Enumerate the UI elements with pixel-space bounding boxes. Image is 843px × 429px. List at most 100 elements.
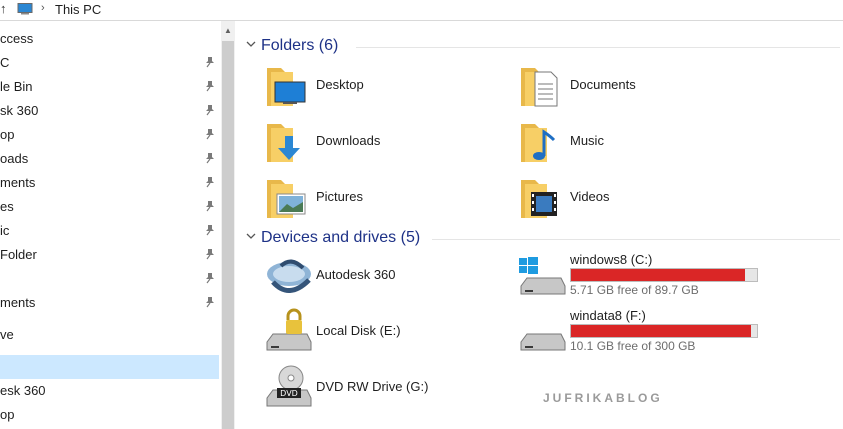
nav-item-label: sk 360: [0, 103, 39, 118]
folders-group-header[interactable]: Folders (6): [244, 36, 840, 58]
autodesk-360-icon: [267, 259, 311, 293]
drive-g[interactable]: DVD DVD RW Drive (G:): [265, 364, 505, 412]
device-label: DVD RW Drive (G:): [316, 379, 429, 394]
downloads-folder-icon: [267, 124, 300, 162]
chevron-down-icon[interactable]: [246, 40, 256, 48]
drive-usage-bar: [570, 324, 758, 338]
nav-item-label: C: [0, 55, 10, 70]
drive-e[interactable]: Local Disk (E:): [265, 308, 505, 356]
folder-videos[interactable]: Videos: [519, 174, 759, 222]
folder-label: Desktop: [316, 77, 364, 92]
windows-drive-icon: [519, 257, 566, 295]
pin-icon[interactable]: [204, 56, 216, 68]
folder-desktop[interactable]: Desktop: [265, 62, 505, 110]
dvd-drive-icon: DVD: [266, 365, 312, 407]
folder-pictures[interactable]: Pictures: [265, 174, 505, 222]
drive-c[interactable]: windows8 (C:) 5.71 GB free of 89.7 GB: [519, 252, 759, 300]
chevron-down-icon[interactable]: [246, 232, 256, 240]
nav-item-label: ve: [0, 327, 14, 342]
nav-item[interactable]: [0, 267, 219, 291]
nav-item[interactable]: ccess: [0, 27, 219, 51]
drive-usage-fill: [571, 325, 751, 337]
locked-drive-icon: [266, 308, 312, 351]
device-label: Autodesk 360: [316, 267, 396, 282]
nav-item[interactable]: op: [0, 123, 219, 147]
folder-label: Documents: [570, 77, 636, 92]
device-autodesk-360[interactable]: Autodesk 360: [265, 252, 505, 300]
devices-group-header[interactable]: Devices and drives (5): [244, 228, 840, 250]
devices-title: Devices and drives (5): [261, 229, 421, 246]
nav-item-label: es: [0, 199, 14, 214]
folder-label: Downloads: [316, 133, 381, 148]
documents-folder-icon: [521, 68, 558, 107]
hard-drive-icon: [520, 333, 566, 351]
videos-folder-icon: [521, 180, 557, 218]
nav-item[interactable]: op: [0, 403, 219, 427]
folder-label: Music: [570, 133, 604, 148]
up-arrow-icon[interactable]: ↑: [0, 1, 7, 16]
nav-item[interactable]: [0, 355, 219, 379]
nav-item-label: le Bin: [0, 79, 33, 94]
nav-item[interactable]: ic: [0, 219, 219, 243]
address-bar[interactable]: ↑ › This PC: [0, 0, 843, 21]
scroll-up-icon[interactable]: ▲: [224, 26, 232, 35]
folder-documents[interactable]: Documents: [519, 62, 759, 110]
svg-text:DVD: DVD: [280, 389, 298, 398]
nav-item[interactable]: esk 360: [0, 379, 219, 403]
pin-icon[interactable]: [204, 248, 216, 260]
device-label: Local Disk (E:): [316, 323, 401, 338]
nav-item[interactable]: ments: [0, 171, 219, 195]
nav-item-label: ic: [0, 223, 10, 238]
pin-icon[interactable]: [204, 296, 216, 308]
nav-item[interactable]: oads: [0, 147, 219, 171]
nav-scrollbar[interactable]: ▲: [221, 21, 235, 429]
pictures-folder-icon: [267, 180, 306, 218]
nav-item-label: op: [0, 407, 15, 422]
watermark: JUFRIKABLOG: [543, 391, 663, 405]
drive-free-space: 5.71 GB free of 89.7 GB: [570, 283, 699, 297]
pin-icon[interactable]: [204, 224, 216, 236]
drive-label: windows8 (C:): [570, 252, 653, 267]
this-pc-icon: [17, 3, 33, 15]
drive-free-space: 10.1 GB free of 300 GB: [570, 339, 696, 353]
folder-label: Videos: [570, 189, 610, 204]
pin-icon[interactable]: [204, 152, 216, 164]
nav-item-label: ments: [0, 295, 36, 310]
breadcrumb-this-pc[interactable]: This PC: [55, 2, 101, 17]
scrollbar-thumb[interactable]: [222, 41, 234, 429]
nav-item[interactable]: es: [0, 195, 219, 219]
nav-item[interactable]: ve: [0, 323, 219, 347]
pin-icon[interactable]: [204, 128, 216, 140]
nav-item-label: oads: [0, 151, 29, 166]
navigation-pane: ccess Cle Bin sk 360 op oads ments es ic Folder…: [0, 21, 220, 429]
pin-icon[interactable]: [204, 104, 216, 116]
content-pane: Folders (6) Desktop Documents Downloads: [236, 21, 843, 429]
desktop-folder-icon: [267, 68, 306, 106]
pin-icon[interactable]: [204, 80, 216, 92]
nav-item[interactable]: le Bin: [0, 75, 219, 99]
breadcrumb-separator: ›: [41, 2, 45, 14]
nav-item-label: ccess: [0, 31, 34, 46]
folder-downloads[interactable]: Downloads: [265, 118, 505, 166]
drive-label: windata8 (F:): [570, 308, 646, 323]
nav-item[interactable]: sk 360: [0, 99, 219, 123]
group-divider: [432, 239, 840, 240]
nav-item-label: ments: [0, 175, 36, 190]
nav-item-label: Folder: [0, 247, 37, 262]
pin-icon[interactable]: [204, 176, 216, 188]
nav-item[interactable]: Folder: [0, 243, 219, 267]
nav-item[interactable]: C: [0, 51, 219, 75]
nav-item-label: esk 360: [0, 383, 46, 398]
drive-usage-bar: [570, 268, 758, 282]
drive-usage-fill: [571, 269, 746, 281]
folder-music[interactable]: Music: [519, 118, 759, 166]
pin-icon[interactable]: [204, 272, 216, 284]
folders-title: Folders (6): [261, 37, 339, 54]
pin-icon[interactable]: [204, 200, 216, 212]
group-divider: [356, 47, 840, 48]
folder-label: Pictures: [316, 189, 363, 204]
drive-f[interactable]: windata8 (F:) 10.1 GB free of 300 GB: [519, 308, 759, 356]
music-folder-icon: [521, 124, 556, 162]
nav-item-label: op: [0, 127, 15, 142]
nav-item[interactable]: ments: [0, 291, 219, 315]
